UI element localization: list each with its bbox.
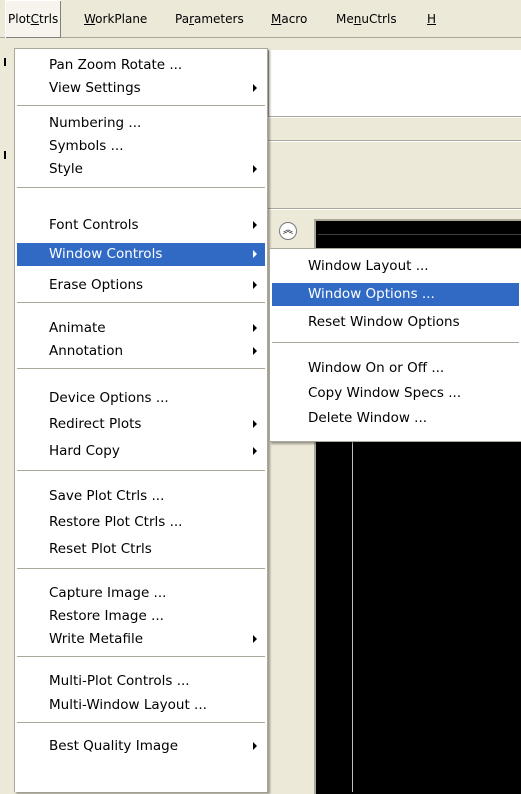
divider: [268, 117, 521, 118]
menu-item-font-controls[interactable]: Font Controls: [17, 214, 265, 237]
menu-item-numbering[interactable]: Numbering ...: [17, 112, 265, 135]
menu-separator: [17, 105, 265, 106]
menu-item-save-plot-ctrls[interactable]: Save Plot Ctrls ...: [17, 485, 265, 508]
toolbar-grip: [4, 151, 6, 159]
submenu-arrow-icon: [253, 742, 257, 750]
menu-item-best-quality-image[interactable]: Best Quality Image: [17, 735, 265, 758]
menu-item-multi-window-layout[interactable]: Multi-Window Layout ...: [17, 694, 265, 717]
menu-item-erase-options[interactable]: Erase Options: [17, 274, 265, 297]
menu-item-restore-plot-ctrls[interactable]: Restore Plot Ctrls ...: [17, 511, 265, 534]
submenu-arrow-icon: [253, 84, 257, 92]
menu-separator: [17, 302, 265, 303]
divider: [268, 209, 521, 210]
menu-separator: [272, 342, 519, 343]
toolbar-panel: [268, 50, 521, 116]
submenu-item-window-options[interactable]: Window Options ...: [272, 283, 519, 306]
menu-separator: [17, 470, 265, 471]
menu-item-view-settings[interactable]: View Settings: [17, 77, 265, 100]
menu-item-pan-zoom-rotate[interactable]: Pan Zoom Rotate ...: [17, 54, 265, 77]
menu-parameters[interactable]: Parameters: [172, 0, 247, 38]
submenu-arrow-icon: [253, 281, 257, 289]
menu-item-hard-copy[interactable]: Hard Copy: [17, 440, 265, 463]
menu-item-redirect-plots[interactable]: Redirect Plots: [17, 413, 265, 436]
submenu-arrow-icon: [253, 165, 257, 173]
menu-separator: [17, 368, 265, 369]
menu-item-reset-plot-ctrls[interactable]: Reset Plot Ctrls: [17, 538, 265, 561]
menu-separator: [17, 656, 265, 657]
menu-separator: [17, 187, 265, 188]
menu-menuctrls[interactable]: MenuCtrls: [333, 0, 400, 38]
menu-item-style[interactable]: Style: [17, 158, 265, 181]
window-controls-submenu: Window Layout ... Window Options ... Res…: [269, 248, 521, 442]
divider: [268, 141, 521, 142]
submenu-arrow-icon: [253, 324, 257, 332]
menu-item-restore-image[interactable]: Restore Image ...: [17, 605, 265, 628]
menu-item-capture-image[interactable]: Capture Image ...: [17, 582, 265, 605]
submenu-item-copy-window-specs[interactable]: Copy Window Specs ...: [272, 382, 519, 405]
collapse-icon[interactable]: ︽: [279, 222, 297, 240]
menu-item-symbols[interactable]: Symbols ...: [17, 135, 265, 158]
submenu-item-window-layout[interactable]: Window Layout ...: [272, 255, 519, 278]
menu-bar: PlotCtrls WorkPlane Parameters Macro Men…: [0, 0, 521, 38]
submenu-item-reset-window-options[interactable]: Reset Window Options: [272, 311, 519, 334]
menu-item-animate[interactable]: Animate: [17, 317, 265, 340]
submenu-arrow-icon: [253, 347, 257, 355]
toolbar-grip: [4, 58, 6, 66]
graphics-border: [318, 234, 521, 235]
menu-plotctrls[interactable]: PlotCtrls: [5, 0, 62, 38]
submenu-item-window-on-off[interactable]: Window On or Off ...: [272, 357, 519, 380]
menu-item-window-controls[interactable]: Window Controls: [17, 243, 265, 266]
menu-item-device-options[interactable]: Device Options ...: [17, 387, 265, 410]
submenu-arrow-icon: [253, 221, 257, 229]
menu-item-annotation[interactable]: Annotation: [17, 340, 265, 363]
submenu-arrow-icon: [253, 447, 257, 455]
menu-item-multi-plot-controls[interactable]: Multi-Plot Controls ...: [17, 670, 265, 693]
menu-macro[interactable]: Macro: [268, 0, 310, 38]
menu-item-write-metafile[interactable]: Write Metafile: [17, 628, 265, 651]
submenu-arrow-icon: [253, 250, 257, 258]
submenu-arrow-icon: [253, 635, 257, 643]
menu-separator: [17, 568, 265, 569]
menu-separator: [17, 722, 265, 723]
menu-workplane[interactable]: WorkPlane: [81, 0, 150, 38]
submenu-arrow-icon: [253, 420, 257, 428]
submenu-item-delete-window[interactable]: Delete Window ...: [272, 407, 519, 430]
plotctrls-menu: Pan Zoom Rotate ... View Settings Number…: [14, 48, 268, 792]
menu-help[interactable]: H: [424, 0, 439, 38]
